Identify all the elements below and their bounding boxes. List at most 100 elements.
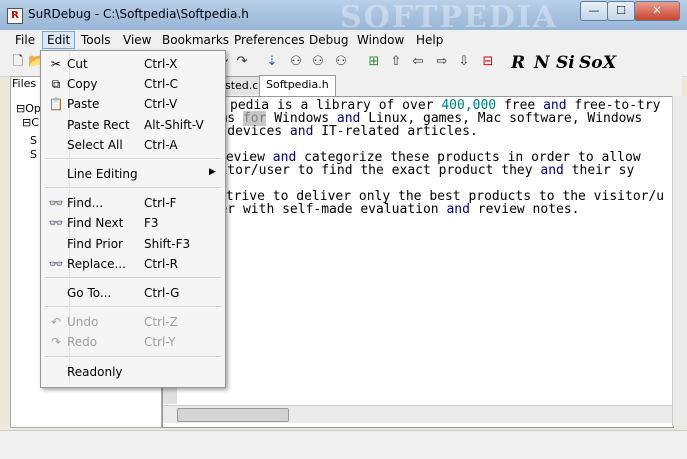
find-prior-icon[interactable]: ⚇ [333, 54, 349, 70]
arrow-left-icon[interactable]: ⇦ [410, 54, 426, 70]
menu-item-shortcut: Ctrl-G [144, 286, 180, 300]
menu-item-shortcut: Ctrl-A [144, 137, 178, 152]
menu-item-cut[interactable]: ✂ Cut Ctrl-X [41, 54, 225, 74]
binoculars-icon: 👓 [48, 196, 64, 211]
vertical-scrollbar[interactable] [672, 96, 687, 426]
scissors-icon: ✂ [50, 57, 62, 71]
menu-item-label: Undo [67, 315, 99, 330]
title-bar: R SuRDebug - C:\Softpedia\Softpedia.h SO… [0, 0, 687, 35]
menu-item-label: Readonly [67, 364, 123, 379]
close-button[interactable]: ✕ [634, 1, 680, 21]
menu-item-shortcut: Ctrl-R [144, 256, 179, 271]
menu-item-label: Replace... [67, 256, 126, 271]
arrow-right-icon[interactable]: ⇨ [434, 54, 450, 70]
menu-item-find-prior[interactable]: Find Prior Shift-F3 [41, 234, 225, 254]
edit-menu-dropdown: ✂ Cut Ctrl-X ⧉ Copy Ctrl-C 📋 Paste Ctrl-V Paste R… [40, 50, 226, 388]
menu-separator [45, 355, 221, 358]
editor-tabs: sted.c Softpedia.h [162, 75, 682, 96]
step-out-button[interactable]: So [579, 53, 603, 73]
remove-bookmark-icon[interactable]: ⊟ [480, 54, 496, 70]
menu-item-label: Find Prior [67, 236, 123, 251]
menu-item-label: Go To... [67, 286, 112, 300]
menu-item-shortcut: Shift-F3 [144, 236, 191, 251]
menu-window[interactable]: Window [357, 33, 404, 47]
menu-item-shortcut: Ctrl-F [144, 196, 177, 211]
step-into-icon[interactable]: ⇣ [264, 54, 280, 70]
menu-item-label: Redo [67, 335, 98, 350]
menu-item-select-all[interactable]: Select All Ctrl-A [41, 135, 225, 155]
binoculars-icon: 👓 [48, 216, 64, 231]
binoculars-icon: 👓 [48, 256, 64, 271]
submenu-arrow-icon: ▶ [209, 167, 216, 177]
status-bar [0, 430, 687, 459]
menu-item-readonly[interactable]: Readonly [41, 362, 225, 382]
minimize-button[interactable]: — [580, 1, 608, 21]
scroll-thumb[interactable] [177, 408, 289, 422]
menu-item-shortcut: Ctrl-Y [144, 335, 176, 350]
run-button[interactable]: R [511, 53, 525, 73]
arrow-down-icon[interactable]: ⇩ [456, 54, 472, 70]
menu-help[interactable]: Help [416, 33, 443, 47]
menu-item-shortcut: Ctrl-X [144, 57, 178, 71]
tree-item[interactable]: S [30, 134, 37, 147]
new-file-icon[interactable]: 🗋 [10, 54, 26, 70]
code-line: ile devices and IT-related articles. [196, 124, 478, 139]
window-title: SuRDebug - C:\Softpedia\Softpedia.h [28, 7, 249, 21]
tree-item[interactable]: S [30, 148, 37, 161]
copy-icon: ⧉ [51, 77, 61, 92]
maximize-button[interactable]: ☐ [607, 1, 635, 21]
menu-item-shortcut: Ctrl-Z [144, 315, 178, 330]
horizontal-scrollbar[interactable] [163, 405, 672, 423]
redo-icon: ↷ [50, 335, 62, 350]
menu-item-line-editing[interactable]: Line Editing ▶ [41, 164, 225, 184]
paste-icon: 📋 [48, 97, 64, 112]
menu-debug[interactable]: Debug [309, 33, 348, 47]
menu-item-paste[interactable]: 📋 Paste Ctrl-V [41, 94, 225, 114]
menu-tools[interactable]: Tools [81, 33, 111, 47]
menu-item-find-next[interactable]: 👓 Find Next F3 [41, 213, 225, 233]
menu-item-label: Cut [67, 57, 88, 71]
menu-item-label: Find... [67, 196, 104, 211]
menu-file[interactable]: File [15, 33, 35, 47]
menu-item-label: Copy [67, 77, 98, 92]
arrow-up-icon[interactable]: ⇧ [388, 54, 404, 70]
menu-edit[interactable]: Edit [42, 31, 76, 49]
menu-item-undo[interactable]: ↶ Undo Ctrl-Z [41, 312, 225, 332]
menu-item-label: Paste [67, 97, 100, 112]
stop-button[interactable]: X [603, 53, 616, 73]
app-window: R SuRDebug - C:\Softpedia\Softpedia.h SO… [0, 0, 687, 459]
menu-item-label: Line Editing [67, 167, 138, 181]
menu-item-find[interactable]: 👓 Find... Ctrl-F [41, 193, 225, 213]
menu-item-go-to[interactable]: Go To... Ctrl-G [41, 283, 225, 303]
menu-separator [45, 187, 221, 190]
menu-bookmarks[interactable]: Bookmarks [162, 33, 229, 47]
menu-bar: File Edit Tools View Bookmarks Preferenc… [0, 30, 687, 50]
menu-item-shortcut: Alt-Shift-V [144, 117, 204, 132]
menu-item-redo[interactable]: ↷ Redo Ctrl-Y [41, 332, 225, 352]
menu-preferences[interactable]: Preferences [234, 33, 305, 47]
undo-icon: ↶ [50, 315, 62, 330]
menu-item-replace[interactable]: 👓 Replace... Ctrl-R [41, 254, 225, 274]
menu-item-paste-rect[interactable]: Paste Rect Alt-Shift-V [41, 115, 225, 135]
menu-item-shortcut: Ctrl-C [144, 77, 179, 92]
tab-softpedia-h[interactable]: Softpedia.h [259, 75, 336, 96]
menu-view[interactable]: View [123, 33, 151, 47]
redo-2-icon[interactable]: ↷ [234, 54, 250, 70]
next-button[interactable]: N [534, 53, 550, 73]
add-bookmark-icon[interactable]: ⊞ [366, 54, 382, 70]
code-line: ether with self-made evaluation and revi… [196, 202, 580, 217]
step-in-button[interactable]: Si [556, 53, 575, 73]
code-line: visitor/user to find the exact product t… [196, 163, 635, 178]
find-icon[interactable]: ⚇ [288, 54, 304, 70]
menu-separator [45, 277, 221, 279]
code-editor[interactable] [162, 96, 674, 428]
menu-item-shortcut: Ctrl-V [144, 97, 178, 112]
menu-item-label: Find Next [67, 216, 124, 231]
find-next-icon[interactable]: ⚇ [310, 54, 326, 70]
menu-item-label: Paste Rect [67, 117, 130, 132]
menu-item-label: Select All [67, 137, 123, 152]
tab-files[interactable]: Files [12, 77, 36, 90]
menu-item-copy[interactable]: ⧉ Copy Ctrl-C [41, 74, 225, 94]
app-icon: R [7, 8, 23, 24]
menu-item-shortcut: F3 [144, 216, 159, 231]
